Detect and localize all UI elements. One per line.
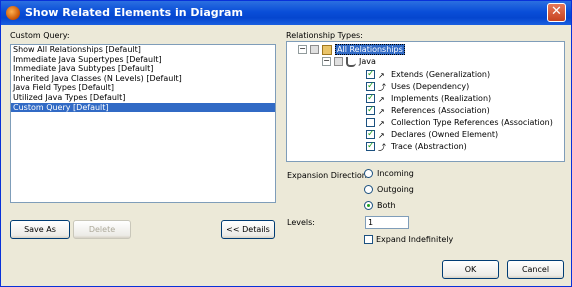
rel-row-trace[interactable]: ⤴ Trace (Abstraction) bbox=[366, 140, 467, 153]
rel-row-extends[interactable]: ↗ Extends (Generalization) bbox=[366, 68, 491, 81]
expand-indefinitely-label: Expand Indefinitely bbox=[376, 235, 454, 244]
ok-button[interactable]: OK bbox=[442, 260, 499, 279]
custom-query-label: Custom Query: bbox=[10, 31, 70, 40]
relationship-tree: −All Relationships −Java ↗Extends (Gener… bbox=[286, 41, 565, 162]
tree-java-row[interactable]: − Java bbox=[322, 56, 376, 68]
query-item-java-subtypes[interactable]: Immediate Java Subtypes [Default] bbox=[11, 64, 275, 74]
custom-query-list[interactable]: Show All Relationships [Default] Immedia… bbox=[10, 44, 276, 203]
query-item-inherited-classes[interactable]: Inherited Java Classes (N Levels) [Defau… bbox=[11, 74, 275, 84]
both-radio[interactable] bbox=[364, 201, 373, 210]
radio-both[interactable]: Both bbox=[364, 201, 396, 210]
rel-row-collection-references[interactable]: ↗ Collection Type References (Association… bbox=[366, 117, 553, 129]
references-checkbox[interactable] bbox=[366, 104, 375, 116]
radio-incoming[interactable]: Incoming bbox=[364, 169, 414, 178]
association-icon: ↗ bbox=[378, 118, 385, 128]
query-item-custom[interactable]: Custom Query [Default] bbox=[11, 102, 275, 113]
java-checkbox[interactable] bbox=[334, 57, 343, 66]
both-label: Both bbox=[377, 201, 396, 210]
radio-outgoing[interactable]: Outgoing bbox=[364, 185, 414, 194]
delete-button[interactable]: Delete bbox=[73, 220, 131, 239]
all-relationships-checkbox[interactable] bbox=[310, 45, 319, 54]
expansion-direction-label: Expansion Direction: bbox=[287, 171, 370, 180]
trace-checkbox[interactable] bbox=[366, 140, 375, 152]
generalization-icon: ↗ bbox=[378, 70, 385, 80]
save-as-button[interactable]: Save As bbox=[10, 220, 70, 239]
details-button[interactable]: << Details bbox=[221, 220, 275, 239]
expand-indefinitely-checkbox[interactable] bbox=[364, 235, 373, 244]
levels-label: Levels: bbox=[287, 218, 315, 227]
levels-input[interactable]: 1 bbox=[365, 216, 409, 229]
outgoing-label: Outgoing bbox=[377, 185, 414, 194]
rel-row-uses[interactable]: ⤴ Uses (Dependency) bbox=[366, 80, 470, 93]
rel-label: Uses (Dependency) bbox=[391, 82, 470, 91]
dialog-window: Show Related Elements in Diagram ✕ Custo… bbox=[0, 0, 572, 287]
incoming-label: Incoming bbox=[377, 169, 414, 178]
dependency-icon: ⤴ bbox=[378, 82, 386, 92]
relationship-types-label: Relationship Types: bbox=[286, 31, 363, 40]
query-item-field-types[interactable]: Java Field Types [Default] bbox=[11, 83, 275, 93]
rel-label: Declares (Owned Element) bbox=[391, 130, 499, 139]
rel-label: Implements (Realization) bbox=[391, 94, 492, 103]
association-icon: ↗ bbox=[378, 106, 385, 116]
collapse-icon[interactable]: − bbox=[322, 57, 331, 66]
rel-row-references[interactable]: ↗ References (Association) bbox=[366, 104, 490, 117]
rel-row-implements[interactable]: ↗ Implements (Realization) bbox=[366, 92, 492, 105]
declares-checkbox[interactable] bbox=[366, 128, 375, 140]
cancel-button[interactable]: Cancel bbox=[507, 260, 564, 279]
realization-icon: ↗ bbox=[378, 94, 385, 104]
abstraction-icon: ⤴ bbox=[378, 142, 386, 152]
rel-label: Trace (Abstraction) bbox=[391, 142, 467, 151]
all-relationships-label: All Relationships bbox=[335, 44, 405, 55]
outgoing-radio[interactable] bbox=[364, 185, 373, 194]
rel-label: Collection Type References (Association) bbox=[391, 118, 553, 127]
collection-references-checkbox[interactable] bbox=[366, 118, 375, 127]
title-bar: Show Related Elements in Diagram ✕ bbox=[1, 1, 571, 25]
rel-row-declares[interactable]: ↗ Declares (Owned Element) bbox=[366, 128, 499, 141]
implements-checkbox[interactable] bbox=[366, 92, 375, 104]
close-button[interactable]: ✕ bbox=[547, 3, 566, 22]
owned-element-icon: ↗ bbox=[378, 130, 385, 140]
uses-checkbox[interactable] bbox=[366, 80, 375, 92]
tree-root-row[interactable]: − All Relationships bbox=[298, 44, 405, 56]
java-icon bbox=[346, 56, 356, 67]
extends-checkbox[interactable] bbox=[366, 68, 375, 80]
collapse-icon[interactable]: − bbox=[298, 45, 307, 54]
dialog-title: Show Related Elements in Diagram bbox=[25, 6, 243, 19]
java-label: Java bbox=[359, 57, 376, 66]
query-item-java-supertypes[interactable]: Immediate Java Supertypes [Default] bbox=[11, 55, 275, 65]
rel-label: Extends (Generalization) bbox=[391, 70, 491, 79]
incoming-radio[interactable] bbox=[364, 169, 373, 178]
app-icon bbox=[6, 6, 20, 20]
query-item-utilized-types[interactable]: Utilized Java Types [Default] bbox=[11, 93, 275, 103]
close-icon: ✕ bbox=[551, 4, 562, 19]
expand-indefinitely-row[interactable]: Expand Indefinitely bbox=[364, 235, 453, 244]
query-item-show-all[interactable]: Show All Relationships [Default] bbox=[11, 45, 275, 55]
rel-label: References (Association) bbox=[391, 106, 490, 115]
folder-icon bbox=[322, 44, 332, 55]
